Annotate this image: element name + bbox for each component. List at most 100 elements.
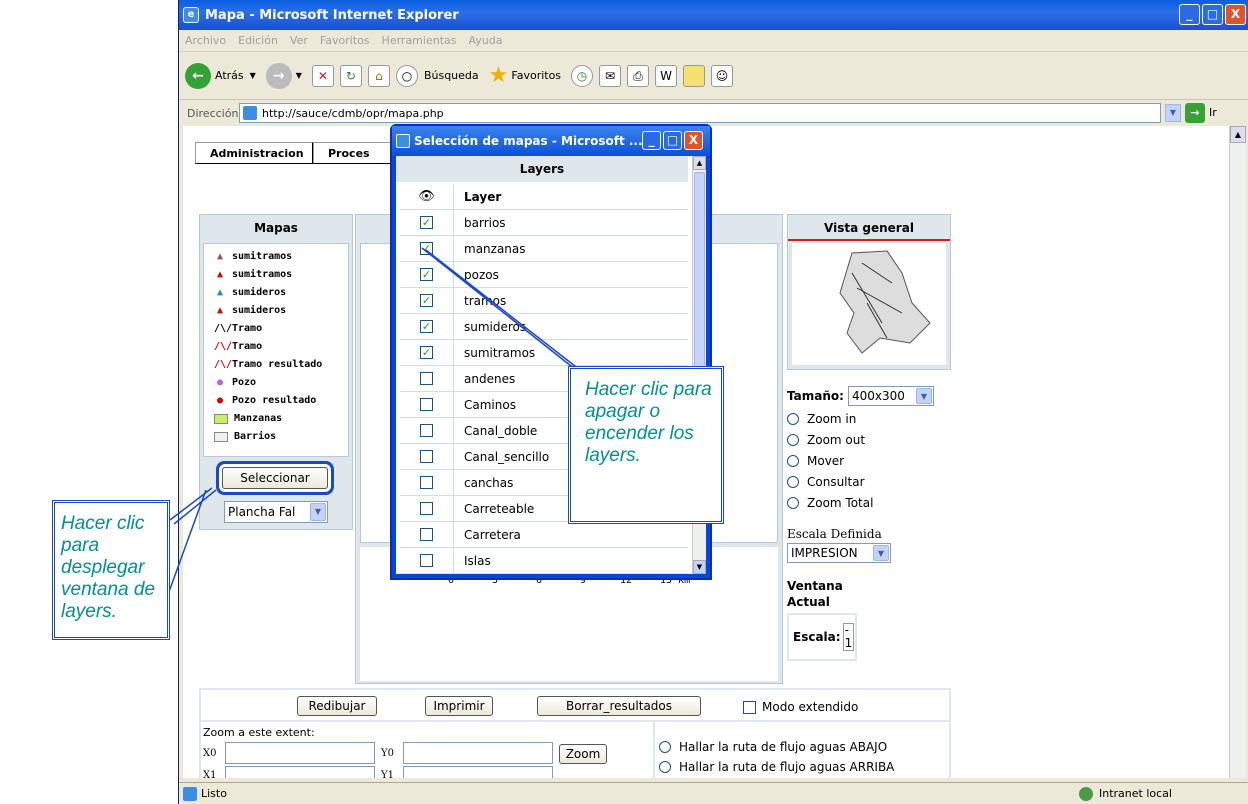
scroll-up-icon[interactable]: ▲ xyxy=(693,156,706,170)
escala-box-value: - 1 xyxy=(842,623,855,651)
home-icon[interactable]: ⌂ xyxy=(367,64,390,87)
y0-label: Y0 xyxy=(381,748,394,759)
layer-checkbox[interactable] xyxy=(420,450,433,463)
seleccionar-button[interactable]: Seleccionar xyxy=(222,467,328,489)
menu-ver[interactable]: Ver xyxy=(290,34,308,47)
checkbox[interactable] xyxy=(743,700,756,714)
favorites-button[interactable]: ★ Favoritos xyxy=(489,63,561,88)
search-button[interactable]: ○ Búsqueda xyxy=(395,64,479,87)
layer-name: andenes xyxy=(464,371,516,386)
imprimir-button[interactable]: Imprimir xyxy=(425,696,493,716)
radio-zoom-in[interactable]: Zoom in xyxy=(787,408,987,429)
legend-item: ▲ sumitramos xyxy=(214,266,348,284)
redibujar-button[interactable]: Redibujar xyxy=(297,696,377,716)
layer-name: Canal_doble xyxy=(464,423,538,438)
address-input[interactable]: http://sauce/cdmb/opr/mapa.php xyxy=(239,103,1161,123)
stop-icon[interactable]: ✕ xyxy=(311,64,334,87)
radio-icon xyxy=(787,475,799,488)
size-select[interactable]: 400x300 ▼ xyxy=(847,386,934,406)
menu-ayuda[interactable]: Ayuda xyxy=(468,34,502,47)
forward-button[interactable]: → ▼ xyxy=(265,62,302,89)
legend-item: /\/Tramo xyxy=(214,338,348,356)
layer-checkbox[interactable] xyxy=(420,398,433,411)
menu-herramientas[interactable]: Herramientas xyxy=(382,34,457,47)
page-scrollbar[interactable]: ▲ xyxy=(1229,126,1246,778)
ruta-arriba-radio[interactable]: Hallar la ruta de flujo aguas ARRIBA xyxy=(659,756,894,777)
layer-checkbox[interactable] xyxy=(420,476,433,489)
close-button[interactable]: X xyxy=(1225,4,1246,25)
layer-name: Caminos xyxy=(464,397,516,412)
escala-box-label: Escala: xyxy=(793,630,841,644)
y0-input[interactable] xyxy=(403,742,553,764)
popup-maximize-button[interactable]: □ xyxy=(663,131,682,150)
scroll-up-icon[interactable]: ▲ xyxy=(1230,126,1246,143)
forward-arrow-icon: → xyxy=(265,62,292,89)
ruta-abajo-radio[interactable]: Hallar la ruta de flujo aguas ABAJO xyxy=(659,736,887,757)
y1-input[interactable] xyxy=(403,766,553,778)
layer-name: Carretera xyxy=(464,527,521,542)
back-button[interactable]: ← Atrás ▼ xyxy=(185,62,256,89)
escala-select[interactable]: IMPRESION ▼ xyxy=(787,543,891,563)
messenger-icon[interactable]: ☺ xyxy=(711,64,734,87)
go-label[interactable]: Ir xyxy=(1209,106,1217,119)
overview-map[interactable] xyxy=(792,243,946,365)
x0-input[interactable] xyxy=(225,742,375,764)
layer-checkbox[interactable] xyxy=(420,554,433,567)
address-dropdown-icon[interactable]: ▼ xyxy=(1165,104,1181,122)
minimize-button[interactable]: _ xyxy=(1179,4,1200,25)
layer-checkbox[interactable]: ✓ xyxy=(420,242,433,255)
print-icon[interactable]: ⎙ xyxy=(627,64,650,87)
layer-checkbox[interactable] xyxy=(420,424,433,437)
popup-minimize-button[interactable]: _ xyxy=(642,131,661,150)
menu-edicion[interactable]: Edición xyxy=(238,34,278,47)
escala-box: Escala: - 1 xyxy=(787,613,857,661)
go-arrow-icon[interactable]: → xyxy=(1185,103,1205,123)
popup-close-button[interactable]: X xyxy=(684,131,703,150)
layer-row: ✓ manzanas xyxy=(400,236,688,262)
refresh-icon[interactable]: ↻ xyxy=(339,64,362,87)
tab-procesos[interactable]: Proces xyxy=(313,142,393,164)
y1-label: Y1 xyxy=(381,770,394,778)
maximize-button[interactable]: □ xyxy=(1202,4,1223,25)
zoom-button[interactable]: Zoom xyxy=(559,744,607,764)
radio-icon xyxy=(659,760,671,773)
x0-label: X0 xyxy=(203,748,217,759)
line-icon: /\/ xyxy=(214,341,233,352)
radio-zoom-out[interactable]: Zoom out xyxy=(787,429,987,450)
window-title: Mapa - Microsoft Internet Explorer xyxy=(205,7,459,23)
layer-checkbox[interactable]: ✓ xyxy=(420,294,433,307)
radio-consultar[interactable]: Consultar xyxy=(787,471,987,492)
x1-input[interactable] xyxy=(225,766,375,778)
chevron-down-icon: ▼ xyxy=(310,503,326,521)
back-arrow-icon: ← xyxy=(185,62,211,89)
layer-checkbox[interactable]: ✓ xyxy=(420,320,433,333)
menu-favoritos[interactable]: Favoritos xyxy=(320,34,370,47)
edit-icon[interactable]: W xyxy=(655,64,678,87)
tab-administracion[interactable]: Administracion xyxy=(195,142,313,164)
layer-name: manzanas xyxy=(464,241,526,256)
layer-checkbox[interactable] xyxy=(420,502,433,515)
legend: ▲ sumitramos ▲ sumitramos ▲ sumideros ▲ sumi… xyxy=(203,243,349,457)
radio-zoom-total[interactable]: Zoom Total xyxy=(787,492,987,513)
ie-icon xyxy=(396,134,410,148)
layer-checkbox[interactable] xyxy=(420,528,433,541)
radio-mover[interactable]: Mover xyxy=(787,450,987,471)
bold-line-icon: /\/ xyxy=(214,359,233,370)
mail-icon[interactable]: ✉ xyxy=(599,64,622,87)
zoom-extent-label: Zoom a este extent: xyxy=(203,726,315,739)
discuss-icon[interactable] xyxy=(683,64,706,87)
history-icon[interactable]: ◷ xyxy=(571,64,594,87)
borrar-button[interactable]: Borrar_resultados xyxy=(537,696,701,716)
scroll-down-icon[interactable]: ▼ xyxy=(693,560,706,574)
chevron-down-icon: ▼ xyxy=(915,388,932,404)
menu-archivo[interactable]: Archivo xyxy=(185,34,226,47)
layer-checkbox[interactable]: ✓ xyxy=(420,346,433,359)
toolbar: ← Atrás ▼ → ▼ ✕ ↻ ⌂ ○ Búsqueda ★ Favoritos ◷ … xyxy=(179,52,1248,100)
layer-checkbox[interactable] xyxy=(420,372,433,385)
legend-item: /\/Tramo xyxy=(214,320,348,338)
plancha-select[interactable]: Plancha Fal ▼ xyxy=(224,501,328,523)
dot-icon: ● xyxy=(216,377,224,388)
layer-checkbox[interactable]: ✓ xyxy=(420,268,433,281)
layer-checkbox[interactable]: ✓ xyxy=(420,216,433,229)
modo-extendido[interactable]: Modo extendido xyxy=(743,700,858,714)
